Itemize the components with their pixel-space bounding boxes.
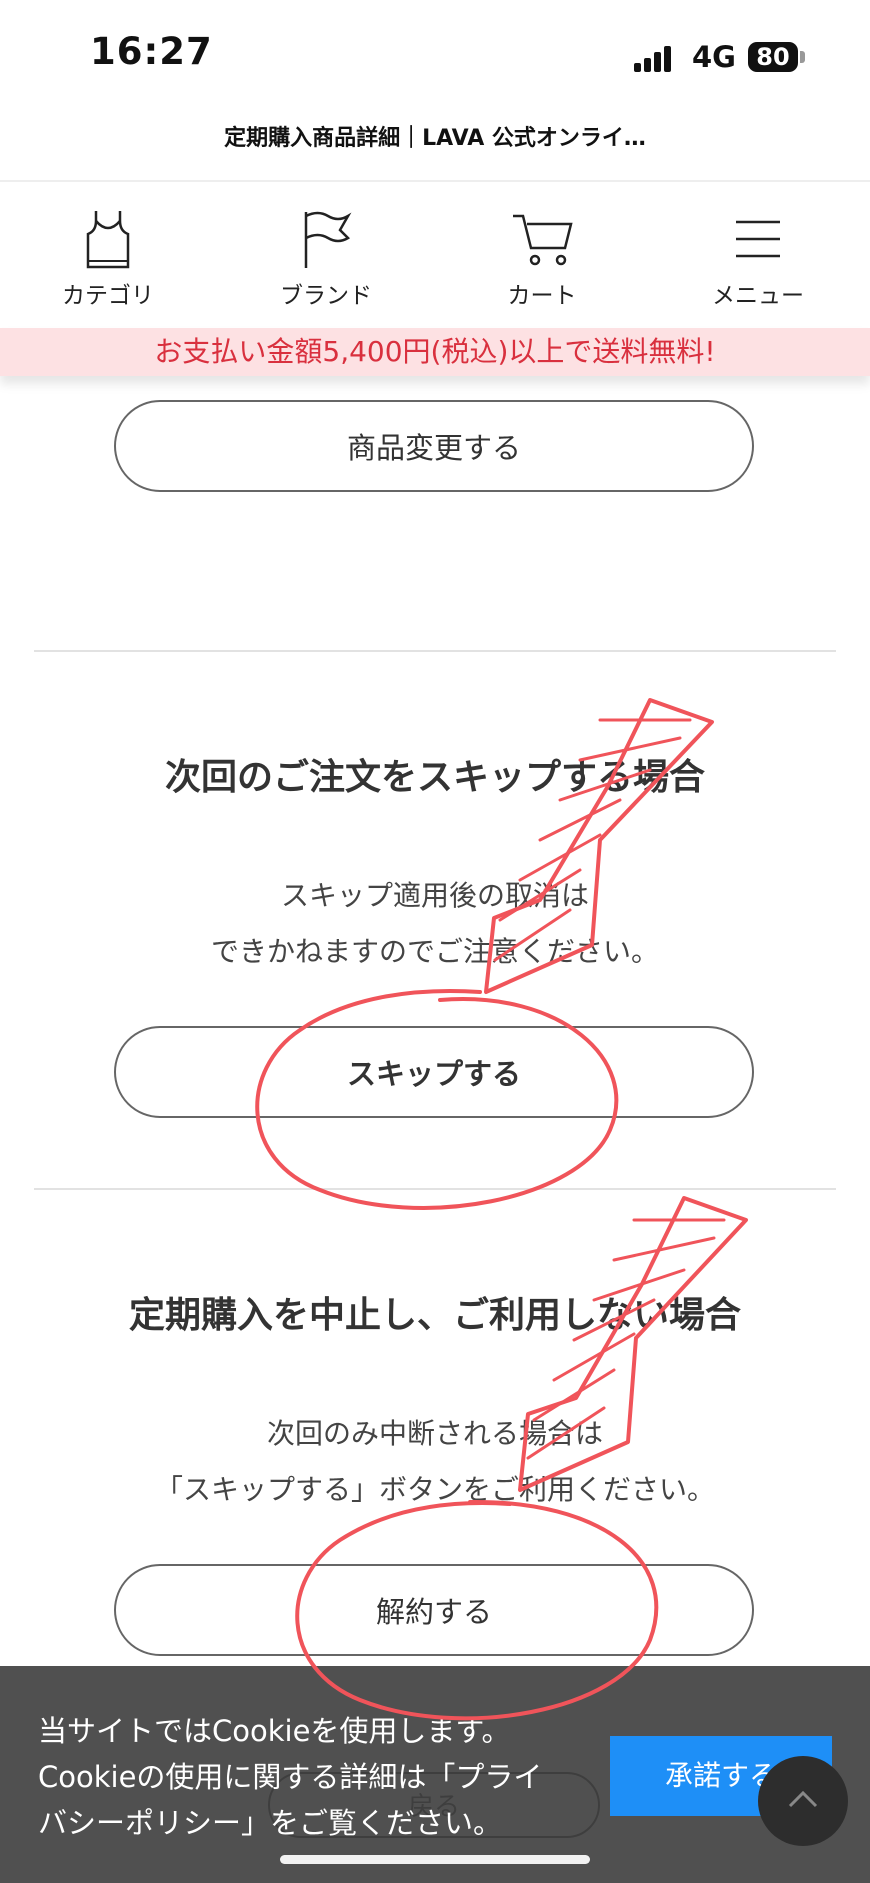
status-time: 16:27 [90,30,213,73]
cookie-line1: 当サイトではCookieを使用します。 [38,1714,511,1748]
home-indicator [280,1855,590,1864]
change-product-button[interactable]: 商品変更する [114,400,754,492]
nav-brand[interactable]: ブランド [236,200,416,310]
cookie-message: 当サイトではCookieを使用します。 Cookieの使用に関する詳細は「プライ… [38,1708,598,1846]
hamburger-menu-icon [736,220,780,258]
skip-note-line1: スキップ適用後の取消は [280,879,589,912]
flag-icon [304,211,352,268]
cookie-line3: バシーポリシー」をご覧ください。 [38,1806,503,1840]
section-divider [34,650,836,652]
nav-category[interactable]: カテゴリ [18,200,198,310]
cancel-note-line1: 次回のみ中断される場合は [266,1417,603,1450]
scroll-top-button[interactable] [758,1756,848,1846]
cancel-subscription-button[interactable]: 解約する [114,1564,754,1656]
page-title[interactable]: 定期購入商品詳細｜LAVA 公式オンライ… [0,120,870,152]
cancel-heading: 定期購入を中止し、ご利用しない場合 [128,1295,741,1336]
cart-icon [513,214,573,266]
section-divider [34,1188,836,1190]
nav-brand-label: ブランド [280,283,372,309]
nav-category-label: カテゴリ [62,283,154,309]
cookie-line2: Cookieの使用に関する詳細は「プライ [38,1760,543,1794]
free-shipping-banner: お支払い金額5,400円(税込)以上で送料無料! [0,328,870,376]
nav-cart-label: カート [507,283,577,309]
signal-icon [634,44,678,72]
nav-cart[interactable]: カート [452,200,632,310]
skip-button[interactable]: スキップする [114,1026,754,1118]
nav-menu[interactable]: メニュー [668,200,848,310]
header-divider [0,180,870,182]
skip-heading: 次回のご注文をスキップする場合 [164,757,705,798]
network-type: 4G [692,40,736,74]
tank-top-icon [86,211,130,269]
battery-tip [800,51,805,63]
battery-icon: 80 [748,42,798,72]
cancel-note-line2: 「スキップする」ボタンをご利用ください。 [154,1473,715,1506]
nav-menu-label: メニュー [712,283,804,309]
chevron-up-icon [788,1790,818,1808]
skip-note-line2: できかねますのでご注意ください。 [210,935,659,968]
